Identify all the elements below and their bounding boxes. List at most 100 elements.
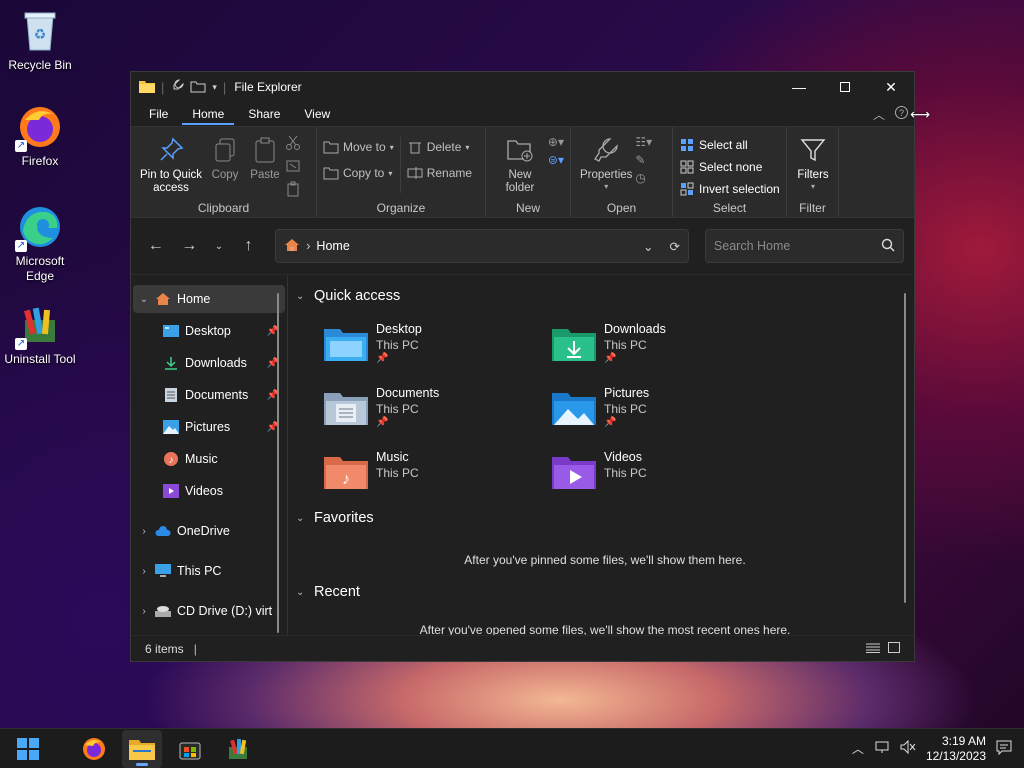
quick-item-documents[interactable]: Documents This PC 📌 bbox=[324, 385, 552, 435]
rename-button[interactable]: Rename bbox=[407, 163, 472, 183]
properties-icon bbox=[591, 135, 621, 165]
properties-qa-icon[interactable] bbox=[170, 78, 184, 96]
large-icons-view-icon[interactable] bbox=[888, 641, 900, 656]
move-to-icon bbox=[323, 139, 339, 155]
nav-item-desktop[interactable]: Desktop 📌 bbox=[133, 317, 285, 345]
help-icon[interactable]: ? bbox=[895, 105, 908, 123]
taskbar-store[interactable] bbox=[170, 730, 210, 768]
nav-item-documents[interactable]: Documents 📌 bbox=[133, 381, 285, 409]
group-label-new: New bbox=[515, 201, 540, 215]
refresh-icon[interactable]: ⟳ bbox=[669, 239, 679, 254]
taskbar-firefox[interactable] bbox=[74, 730, 114, 768]
chevron-right-icon[interactable]: › bbox=[133, 526, 155, 537]
tab-view[interactable]: View bbox=[294, 103, 340, 125]
desktop-icon-edge[interactable]: ↗ Microsoft Edge bbox=[0, 204, 80, 284]
search-box[interactable] bbox=[704, 229, 905, 263]
pin-icon bbox=[156, 135, 186, 165]
item-location: This PC bbox=[604, 338, 647, 352]
videos-folder-icon bbox=[552, 453, 596, 493]
new-item-icon[interactable]: ⊕▾ bbox=[548, 135, 564, 149]
cut-icon[interactable] bbox=[285, 135, 301, 154]
chevron-right-icon[interactable]: › bbox=[133, 606, 155, 617]
group-label-select: Select bbox=[712, 201, 747, 215]
minimize-button[interactable]: — bbox=[776, 72, 822, 102]
taskbar-file-explorer[interactable] bbox=[122, 729, 162, 768]
desktop-icon-recycle-bin[interactable]: ♻ Recycle Bin bbox=[0, 8, 80, 73]
copy-path-icon[interactable] bbox=[285, 158, 301, 177]
open-icon[interactable]: ☷▾ bbox=[635, 135, 652, 149]
clock[interactable]: 3:19 AM 12/13/2023 bbox=[926, 734, 986, 764]
chevron-down-icon[interactable]: ⌄ bbox=[296, 291, 308, 302]
chevron-right-icon[interactable]: › bbox=[133, 566, 155, 577]
select-none-button[interactable]: Select none bbox=[679, 157, 780, 177]
filters-button[interactable]: Filters ▾ bbox=[793, 131, 833, 199]
nav-scrollbar[interactable] bbox=[277, 293, 279, 633]
chevron-down-icon[interactable]: ⌄ bbox=[296, 587, 308, 598]
section-favorites[interactable]: ⌄ Favorites bbox=[296, 507, 914, 529]
pin-quick-access-button[interactable]: Pin to Quick access bbox=[137, 131, 205, 199]
taskbar-uninstall-tool[interactable] bbox=[218, 730, 258, 768]
nav-item-this-pc[interactable]: › This PC bbox=[133, 557, 285, 585]
network-icon[interactable] bbox=[874, 740, 890, 757]
item-name: Desktop bbox=[376, 322, 422, 336]
title-bar[interactable]: | ▾ | File Explorer — ✕ bbox=[131, 72, 914, 102]
tab-file[interactable]: File bbox=[139, 103, 178, 125]
search-input[interactable] bbox=[713, 239, 874, 253]
quick-item-music[interactable]: ♪ Music This PC bbox=[324, 449, 552, 499]
nav-item-downloads[interactable]: Downloads 📌 bbox=[133, 349, 285, 377]
volume-icon[interactable] bbox=[900, 739, 916, 757]
easy-access-icon[interactable]: ⊜▾ bbox=[548, 153, 564, 167]
notifications-icon[interactable] bbox=[996, 739, 1012, 758]
quick-item-desktop[interactable]: Desktop This PC 📌 bbox=[324, 321, 552, 371]
move-to-button[interactable]: Move to ▾ bbox=[323, 137, 394, 157]
nav-item-music[interactable]: ♪ Music bbox=[133, 445, 285, 473]
copy-button[interactable]: Copy bbox=[205, 131, 245, 199]
quick-item-videos[interactable]: Videos This PC bbox=[552, 449, 780, 499]
start-button[interactable] bbox=[8, 730, 48, 768]
recent-locations-button[interactable]: ⌄ bbox=[208, 231, 230, 261]
content-pane: ⌄ Quick access Desktop This PC 📌 Downloads… bbox=[288, 275, 914, 635]
properties-button[interactable]: Properties ▾ bbox=[577, 131, 635, 199]
chevron-down-icon[interactable]: ⌄ bbox=[133, 294, 155, 305]
back-button[interactable]: ← bbox=[141, 231, 171, 261]
copy-to-button[interactable]: Copy to ▾ bbox=[323, 163, 394, 183]
nav-item-videos[interactable]: Videos bbox=[133, 477, 285, 505]
maximize-button[interactable] bbox=[822, 72, 868, 102]
desktop-icon-uninstall-tool[interactable]: ↗ Uninstall Tool bbox=[0, 302, 80, 367]
details-view-icon[interactable] bbox=[866, 642, 880, 656]
search-icon[interactable] bbox=[881, 238, 895, 255]
paste-shortcut-icon[interactable] bbox=[285, 181, 301, 200]
select-all-button[interactable]: Select all bbox=[679, 135, 780, 155]
quick-item-downloads[interactable]: Downloads This PC 📌 bbox=[552, 321, 780, 371]
up-button[interactable]: ↑ bbox=[234, 231, 264, 261]
delete-button[interactable]: Delete ▾ bbox=[407, 137, 472, 157]
content-scrollbar[interactable] bbox=[904, 293, 906, 603]
tab-share[interactable]: Share bbox=[238, 103, 290, 125]
chevron-up-icon[interactable]: ︿ bbox=[852, 740, 864, 757]
quick-item-pictures[interactable]: Pictures This PC 📌 bbox=[552, 385, 780, 435]
nav-item-pictures[interactable]: Pictures 📌 bbox=[133, 413, 285, 441]
chevron-down-icon[interactable]: ⌄ bbox=[643, 239, 653, 254]
section-quick-access[interactable]: ⌄ Quick access bbox=[296, 285, 914, 307]
address-bar[interactable]: › Home ⌄ ⟳ bbox=[275, 229, 689, 263]
collapse-ribbon-icon[interactable]: ︿ bbox=[873, 106, 885, 123]
section-recent[interactable]: ⌄ Recent bbox=[296, 581, 914, 603]
desktop-icon-firefox[interactable]: ↗ Firefox bbox=[0, 104, 80, 169]
tab-home[interactable]: Home bbox=[182, 103, 235, 125]
invert-selection-button[interactable]: Invert selection bbox=[679, 179, 780, 199]
section-title: Favorites bbox=[314, 510, 374, 526]
new-folder-button[interactable]: New folder bbox=[492, 131, 548, 199]
nav-item-onedrive[interactable]: › OneDrive bbox=[133, 517, 285, 545]
close-button[interactable]: ✕ bbox=[868, 72, 914, 102]
pin-icon: 📌 bbox=[604, 353, 617, 364]
forward-button[interactable]: → bbox=[175, 231, 205, 261]
paste-button[interactable]: Paste bbox=[245, 131, 285, 199]
chevron-down-icon[interactable]: ▾ bbox=[212, 82, 217, 93]
history-icon[interactable]: ◷ bbox=[635, 171, 652, 185]
edit-icon[interactable]: ✎ bbox=[635, 153, 652, 167]
chevron-down-icon[interactable]: ⌄ bbox=[296, 513, 308, 524]
new-folder-qa-icon[interactable] bbox=[190, 79, 206, 96]
nav-item-cd-drive[interactable]: › CD Drive (D:) virt bbox=[133, 597, 285, 625]
breadcrumb-home[interactable]: Home bbox=[316, 239, 349, 253]
nav-item-home[interactable]: ⌄ Home bbox=[133, 285, 285, 313]
